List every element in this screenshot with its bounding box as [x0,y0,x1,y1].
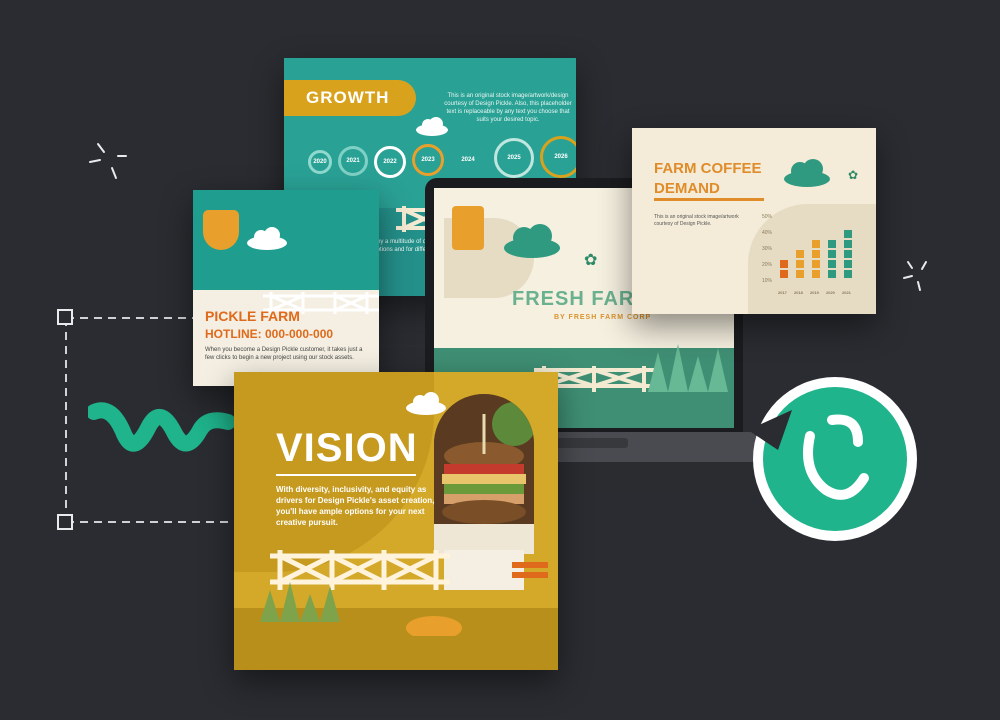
percent-label: 30% [762,246,773,252]
slide-title-line2: DEMAND [654,180,720,197]
cup-columns [780,230,852,278]
sparkle-icon [89,143,127,179]
selection-handle-icon [57,309,73,325]
cloud-icon [247,227,287,250]
title-rule [276,474,416,476]
cloud-icon [416,117,448,136]
hill-icon [406,616,462,636]
slide-description: This is an original stock image/artwork … [654,214,739,227]
year-circle: 2020 [308,150,332,174]
percent-label: 20% [762,262,773,268]
cloud-icon [406,392,446,415]
grass-icon [260,582,340,622]
selection-handle-icon [57,514,73,530]
slide-body-text: With diversity, inclusivity, and equity … [276,485,435,527]
year-timeline: 2020 2021 2022 2023 2024 2025 2026 [308,136,576,182]
percent-label: 10% [762,278,773,284]
sparkle-icon [903,261,927,291]
year-circle: 2023 [412,144,444,176]
brand-subtitle: BY FRESH FARM CORP [554,314,652,321]
cloud-icon [504,224,560,258]
grass-icon [648,344,728,392]
title-underline [654,198,764,201]
slide-description: This is an original stock image/artwork/… [444,93,572,123]
year-circle: 2026 [540,136,576,178]
logo-badge-icon: ✿ [848,168,859,182]
year-circle: 2022 [374,146,406,178]
logo-badge-icon [748,377,917,541]
brand-mark [203,210,239,250]
pickle-farm-slide: PICKLE FARM HOTLINE: 000-000-000 When yo… [193,190,379,386]
vision-slide: VISION With diversity, inclusivity, and … [234,372,558,670]
year-label: 2020 [826,290,835,295]
slide-title-line1: FARM COFFEE [654,160,762,177]
percent-label: 50% [762,214,773,220]
slide-title: PICKLE FARM [205,308,300,324]
slide-title: VISION [276,426,418,470]
sandwich-icon [434,394,534,554]
year-circle: 2024 [450,142,486,178]
year-label: 2017 [778,290,787,295]
hotline-text: HOTLINE: 000-000-000 [205,327,334,341]
slide-title: GROWTH [306,88,390,107]
year-circle: 2025 [494,138,534,178]
cloud-icon [784,159,830,187]
logo-badge-icon: ✿ [584,252,598,269]
year-circle: 2021 [338,146,368,176]
year-label: 2021 [842,290,851,295]
percent-label: 40% [762,230,773,236]
farm-coffee-slide: FARM COFFEE DEMAND ✿ This is an original… [632,128,876,314]
year-label: 2019 [810,290,819,295]
stripes-icon [512,562,548,578]
brand-mark [452,206,484,250]
slide-body-text: When you become a Design Pickle customer… [205,347,363,361]
wave-logo-icon [88,402,236,452]
year-label: 2018 [794,290,803,295]
sandwich-photo [434,394,534,554]
